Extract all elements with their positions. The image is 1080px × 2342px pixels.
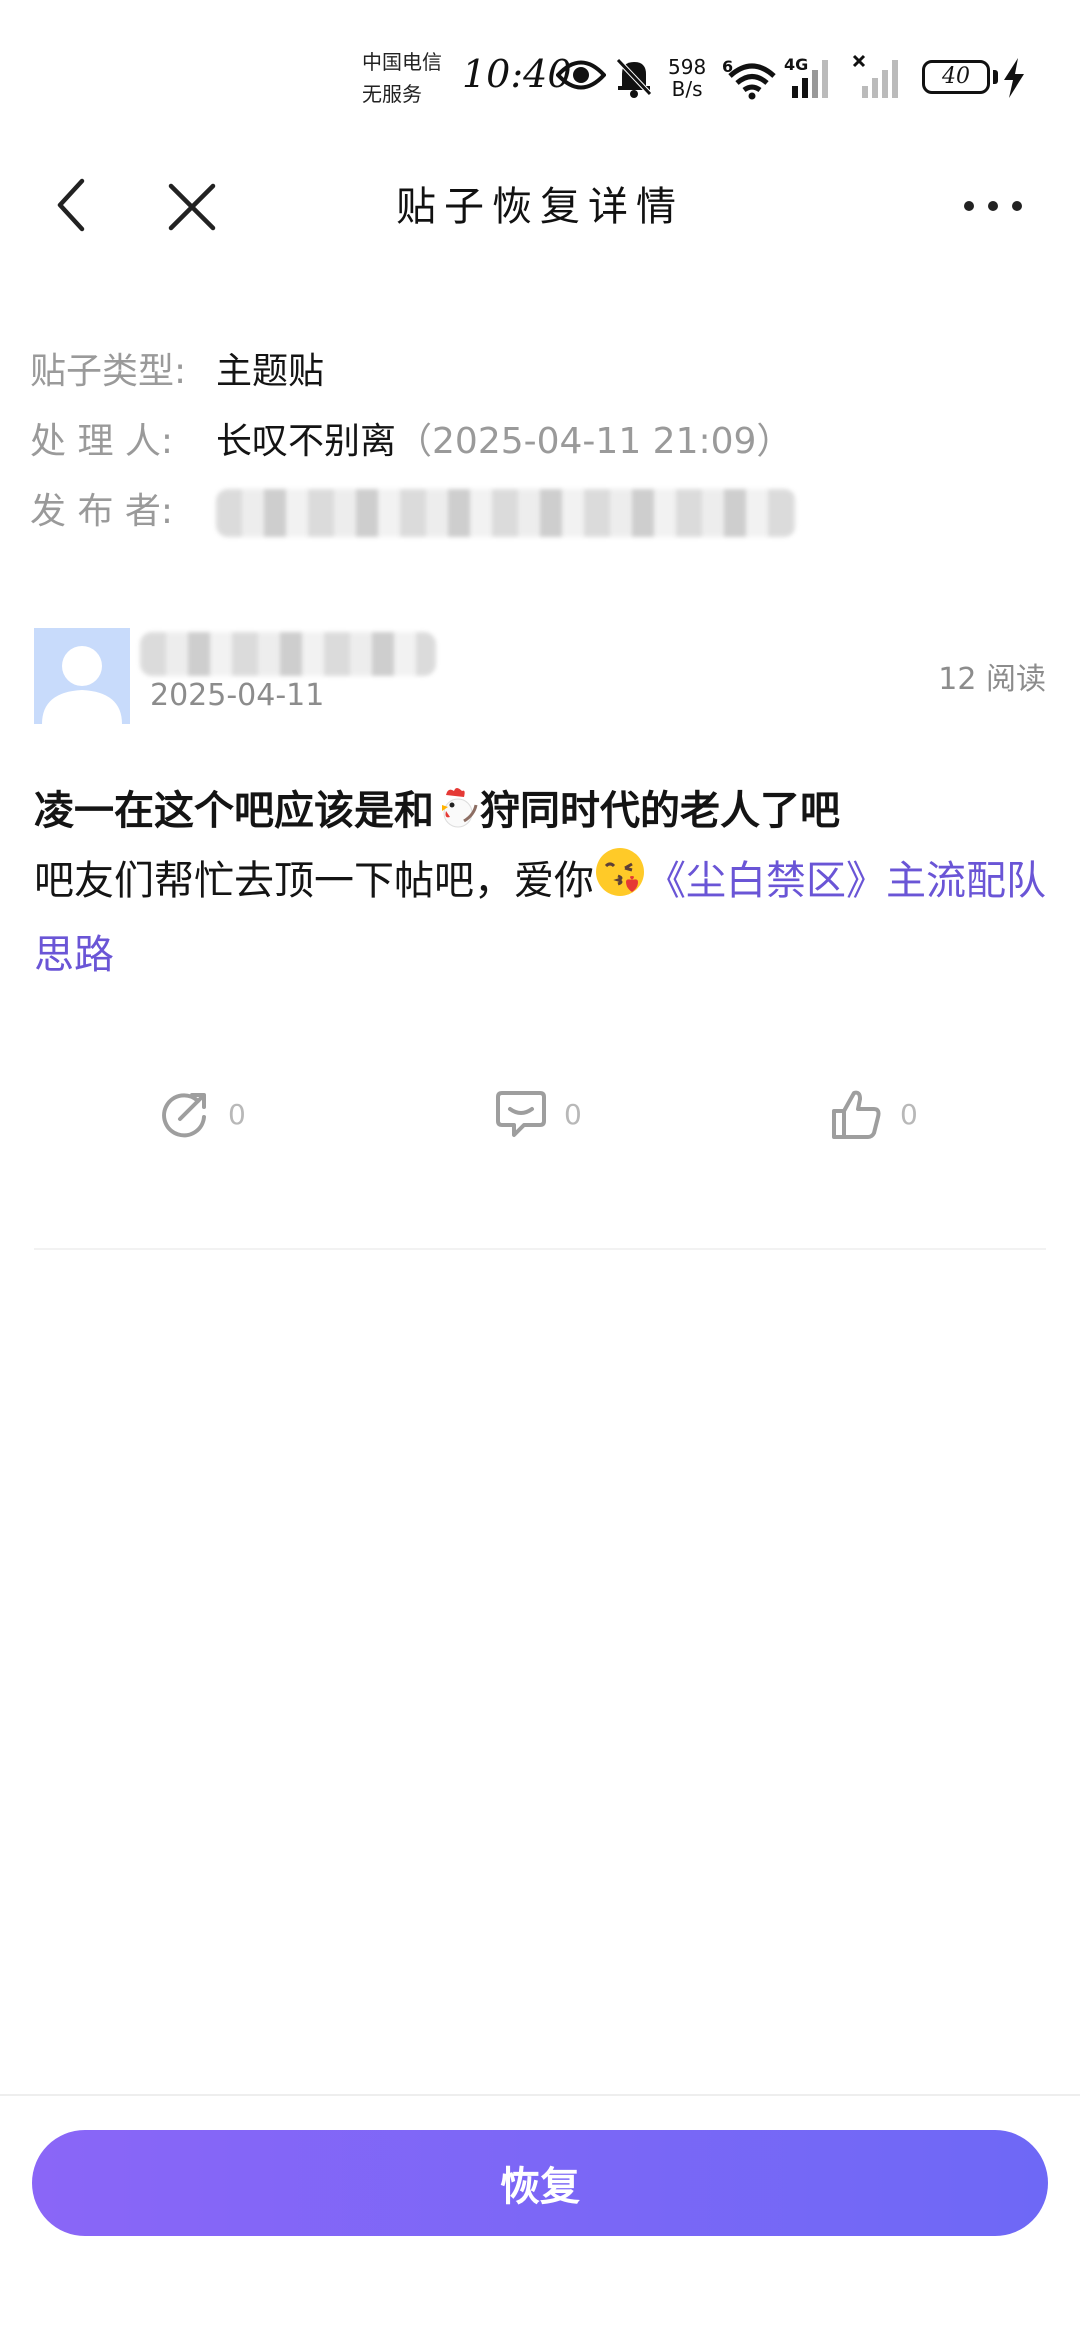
battery-level: 40 [942, 64, 970, 89]
post-body-text: 吧友们帮忙去顶一下帖吧，爱你 [34, 858, 594, 904]
battery-icon: 40 [922, 60, 990, 94]
more-options-button[interactable] [958, 178, 1028, 234]
share-icon [162, 1093, 206, 1138]
comment-icon [496, 1091, 546, 1137]
post-type-row: 贴子类型: 主题贴 [30, 344, 324, 400]
signal-no-service-icon [852, 54, 912, 104]
handler-row: 处 理 人: 长叹不别离（2025-04-11 21:09） [30, 414, 792, 470]
post-date: 2025-04-11 [150, 678, 325, 713]
post-type-label: 贴子类型: [30, 351, 187, 392]
kiss-face-emoji-icon [594, 846, 646, 920]
publisher-row: 发 布 者: [30, 484, 796, 540]
net-speed: 598 B/s [668, 56, 706, 100]
share-button[interactable]: 0 [158, 1084, 246, 1144]
wifi-icon: 6 [722, 56, 776, 104]
post-body: 吧友们帮忙去顶一下帖吧，爱你 《尘白禁区》主流配队思路 [34, 846, 1054, 990]
thumbs-up-icon [832, 1090, 881, 1139]
share-count: 0 [228, 1097, 246, 1131]
default-avatar-icon [42, 646, 122, 724]
author-name-blur [140, 632, 436, 676]
post-title: 凌一在这个吧应该是和 狩同时代的老人了吧 [34, 778, 840, 841]
post-type-value: 主题贴 [216, 351, 325, 392]
carrier-info: 中国电信 无服务 [362, 46, 442, 110]
handler-label: 处 理 人: [30, 421, 174, 462]
handler-time: （2025-04-11 21:09） [396, 421, 793, 462]
restore-button[interactable]: 恢复 [32, 2130, 1048, 2236]
post-title-part2: 狩同时代的老人了吧 [480, 788, 840, 834]
carrier-service: 无服务 [362, 82, 422, 106]
like-button[interactable]: 0 [830, 1084, 918, 1144]
avatar[interactable] [34, 628, 130, 724]
comment-button[interactable]: 0 [494, 1084, 582, 1144]
like-count: 0 [900, 1097, 918, 1131]
charging-bolt-icon [1002, 58, 1026, 102]
net-speed-value: 598 [668, 55, 707, 79]
publisher-name-redacted [216, 489, 796, 537]
carrier-name: 中国电信 [362, 50, 442, 74]
publisher-label: 发 布 者: [30, 491, 174, 532]
top-nav-bar: 贴子恢复详情 [0, 150, 1080, 260]
eye-comfort-icon [555, 58, 607, 96]
battery-tip [993, 70, 998, 84]
comment-count: 0 [564, 1097, 582, 1131]
rooster-emoji-icon [434, 785, 480, 841]
mute-bell-icon [614, 56, 654, 102]
status-bar: 中国电信 无服务 10:40 598 B/s 6 4G 40 [0, 0, 1080, 150]
read-count: 12 阅读 [938, 662, 1046, 697]
post-title-part1: 凌一在这个吧应该是和 [34, 788, 434, 834]
signal-4g-icon: 4G [782, 54, 842, 104]
content-divider [34, 1248, 1046, 1250]
author-name-redacted[interactable] [140, 632, 436, 676]
signal-label: 4G [784, 55, 808, 74]
net-speed-unit: B/s [671, 77, 703, 101]
handler-name: 长叹不别离 [216, 421, 397, 462]
more-dots-icon [964, 201, 1022, 211]
page-title: 贴子恢复详情 [396, 184, 684, 230]
